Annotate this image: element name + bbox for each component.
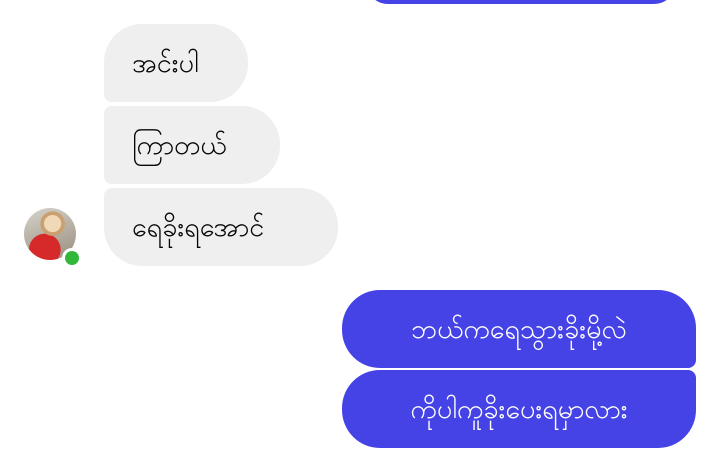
message-text: ဘယ်ကရေသွားခိုးမို့လဲ <box>411 313 627 345</box>
message-text: ကြာတယ် <box>132 129 227 161</box>
message-text: အင်းပါ <box>132 47 199 79</box>
outgoing-message[interactable]: ကိုပါကူခိုးပေးရမှာလား <box>342 370 696 448</box>
incoming-message[interactable]: အင်းပါ <box>104 24 248 102</box>
chat-thread: အင်းပါ ကြာတယ် ရေခိုးရအောင် ဘယ်ကရေသွားခို… <box>0 0 720 470</box>
incoming-message[interactable]: ကြာတယ် <box>104 106 280 184</box>
incoming-message[interactable]: ရေခိုးရအောင် <box>104 188 338 266</box>
message-text: ကိုပါကူခိုးပေးရမှာလား <box>410 393 628 425</box>
outgoing-message[interactable]: ဘယ်ကရေသွားခိုးမို့လဲ <box>342 290 696 368</box>
message-text: ရေခိုးရအောင် <box>132 211 265 243</box>
online-status-indicator <box>62 248 82 268</box>
previous-message-bubble[interactable] <box>366 0 676 4</box>
